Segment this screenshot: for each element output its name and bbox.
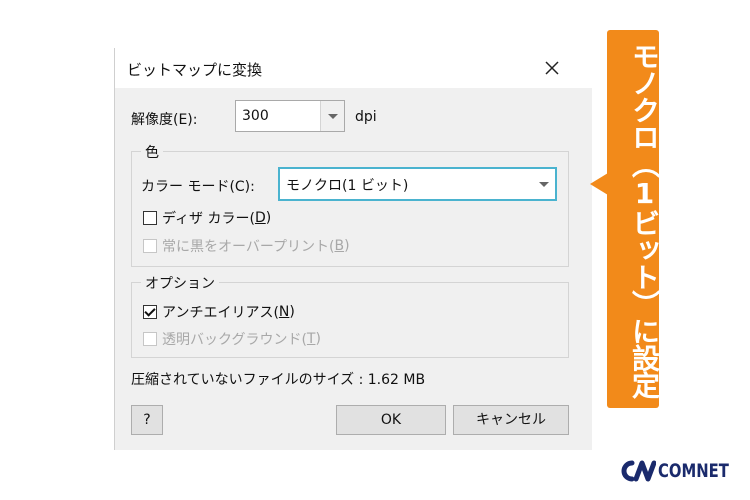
dither-accesskey: D	[254, 210, 266, 226]
color-group-legend: 色	[141, 142, 163, 162]
color-mode-combo[interactable]: モノクロ(1 ビット)	[278, 167, 557, 201]
resolution-combo[interactable]: 300	[235, 100, 345, 132]
dither-checkbox-row[interactable]: ディザ カラー(D)	[143, 208, 271, 228]
callout-arrow-icon	[590, 173, 608, 195]
overprint-accesskey: B	[334, 238, 345, 254]
uncompressed-size-text: 圧縮されていないファイルのサイズ : 1.62 MB	[131, 372, 426, 388]
overprint-black-checkbox[interactable]	[143, 239, 157, 253]
cancel-button[interactable]: キャンセル	[453, 405, 569, 435]
brand-name: COMNET	[658, 460, 729, 482]
overprint-black-checkbox-row[interactable]: 常に黒をオーバープリント(B)	[143, 236, 350, 256]
callout-text: モノクロ（1ビット）に設定	[628, 42, 661, 398]
close-button[interactable]	[537, 54, 567, 82]
antialiasing-label-suffix: )	[289, 304, 295, 320]
help-button[interactable]: ?	[131, 405, 163, 435]
transparent-bg-label-suffix: )	[315, 331, 321, 347]
antialiasing-checkbox[interactable]	[143, 305, 157, 319]
color-mode-label: カラー モード(C):	[141, 179, 255, 195]
antialiasing-checkbox-row[interactable]: アンチエイリアス(N)	[143, 302, 295, 322]
dither-checkbox[interactable]	[143, 211, 157, 225]
dialog-title: ビットマップに変換	[127, 61, 263, 79]
transparent-bg-accesskey: T	[306, 331, 316, 347]
resolution-dropdown-button[interactable]	[320, 101, 344, 131]
cancel-button-label: キャンセル	[476, 412, 546, 428]
dither-label-suffix: )	[265, 210, 272, 226]
ok-button-label: OK	[380, 412, 402, 428]
close-icon	[545, 61, 559, 75]
color-mode-value: モノクロ(1 ビット)	[286, 178, 409, 194]
overprint-label-suffix: )	[344, 238, 350, 254]
antialiasing-accesskey: N	[278, 304, 290, 320]
ok-button[interactable]: OK	[336, 405, 446, 435]
transparent-bg-checkbox[interactable]	[143, 332, 157, 346]
chevron-down-icon	[328, 114, 338, 119]
resolution-label: 解像度(E):	[131, 112, 198, 128]
transparent-bg-checkbox-row[interactable]: 透明バックグラウンド(T)	[143, 329, 321, 349]
transparent-bg-label-prefix: 透明バックグラウンド(	[162, 332, 307, 348]
comnet-logo-icon	[621, 460, 656, 482]
resolution-unit: dpi	[355, 109, 377, 125]
convert-to-bitmap-dialog: ビットマップに変換 解像度(E): 300 dpi 色 カラー モード(C): …	[114, 48, 593, 450]
overprint-label-prefix: 常に黒をオーバープリント(	[162, 239, 335, 255]
dither-label-prefix: ディザ カラー(	[162, 211, 255, 227]
comnet-logo: COMNET	[616, 454, 749, 488]
resolution-value: 300	[242, 108, 269, 124]
antialiasing-label-prefix: アンチエイリアス(	[162, 305, 279, 321]
chevron-down-icon	[539, 182, 549, 187]
callout-banner: モノクロ（1ビット）に設定	[607, 30, 661, 408]
title-bar: ビットマップに変換	[115, 48, 593, 88]
help-button-label: ?	[143, 412, 151, 428]
options-group-legend: オプション	[141, 273, 219, 293]
